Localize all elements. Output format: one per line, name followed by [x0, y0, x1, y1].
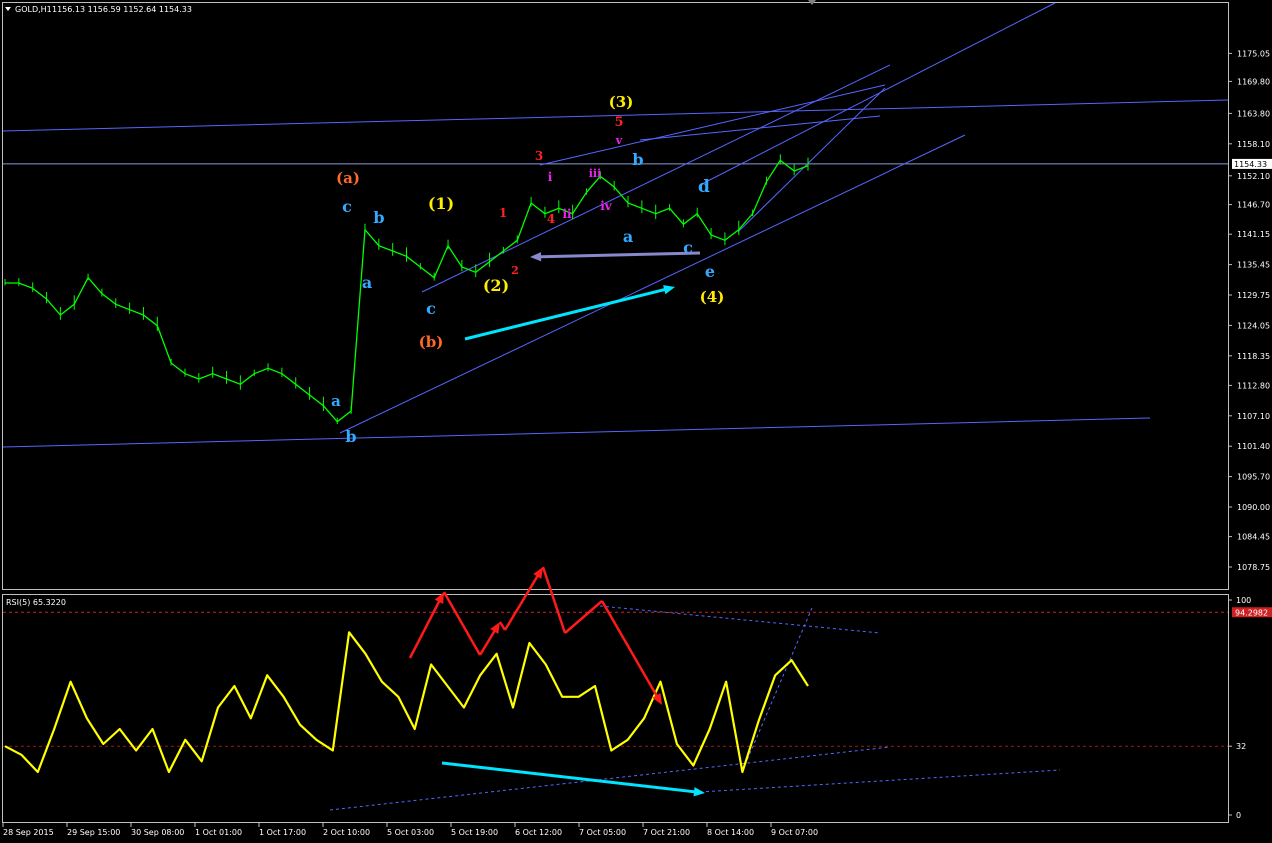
cyan-arrow-price-head: [663, 285, 675, 295]
wave-label: a: [362, 273, 372, 292]
trendline[interactable]: [2, 417, 1151, 448]
wave-label: 1: [499, 206, 507, 220]
wave-label: (2): [483, 276, 509, 295]
rsi-level-label: 94.2982: [1235, 608, 1268, 617]
rsi-tick-label: 0: [1236, 811, 1241, 820]
wave-label: 4: [547, 212, 555, 226]
ohlc-readout: 1156.13 1156.59 1152.64 1154.33: [52, 5, 192, 14]
wave-label: (b): [419, 333, 444, 351]
red-arrow-segment: [541, 566, 567, 634]
trendline[interactable]: [421, 64, 891, 293]
wave-label: iii: [589, 167, 602, 180]
red-arrow[interactable]: [600, 600, 661, 701]
price-tick-label: 1129.75: [1237, 291, 1270, 300]
red-arrow-segment: [442, 591, 482, 656]
wave-label: v: [615, 134, 623, 147]
price-tick-label: 1169.80: [1237, 77, 1270, 86]
wave-label: e: [705, 262, 715, 281]
time-tick-label: 29 Sep 15:00: [67, 828, 120, 837]
trendline[interactable]: [539, 84, 886, 166]
rsi-trendline[interactable]: [599, 605, 881, 634]
price-series-line: [5, 159, 809, 423]
wave-label: b: [632, 150, 643, 169]
price-tick-label: 1141.15: [1237, 230, 1270, 239]
wave-label: i: [548, 170, 553, 184]
wave-label: c: [426, 299, 436, 318]
price-tick-label: 1146.70: [1237, 201, 1270, 210]
wave-label: iv: [600, 199, 613, 213]
time-tick-label: 5 Oct 19:00: [451, 828, 498, 837]
price-tick-label: 1112.80: [1237, 381, 1270, 390]
dropdown-triangle-icon[interactable]: [5, 7, 11, 11]
wave-label: c: [342, 197, 352, 216]
rsi-tick-label: 32: [1236, 742, 1246, 751]
time-tick-label: 1 Oct 01:00: [195, 828, 242, 837]
rsi-trendline[interactable]: [744, 607, 813, 766]
wave-label: c: [683, 238, 693, 257]
wave-label: b: [373, 208, 384, 227]
wave-label: (4): [700, 288, 725, 306]
price-tick-label: 1124.05: [1237, 321, 1270, 330]
price-tick-label: 1095.70: [1237, 473, 1270, 482]
rsi-series-line: [4, 631, 809, 774]
last-price-label: 1154.33: [1234, 160, 1267, 169]
wave-label: 2: [511, 264, 519, 277]
price-tick-label: 1163.80: [1237, 109, 1270, 118]
trendline[interactable]: [699, 2, 1056, 186]
red-arrow-segment: [498, 621, 507, 631]
mt4-chart-window[interactable]: 1175.05 1169.80 1163.80 1158.10 1152.10 1146.…: [0, 0, 1272, 843]
wave-label: (3): [609, 93, 634, 111]
wave-label: ii: [562, 207, 572, 221]
price-tick-label: 1078.75: [1237, 563, 1270, 572]
price-tick-label: 1090.00: [1237, 503, 1270, 512]
time-tick-label: 9 Oct 07:00: [771, 828, 818, 837]
wave-label: d: [698, 177, 710, 197]
time-tick-label: 5 Oct 03:00: [387, 828, 434, 837]
price-panel-frame: [2, 2, 1229, 590]
cyan-arrow-price[interactable]: [464, 286, 670, 341]
time-tick-label: 6 Oct 12:00: [515, 828, 562, 837]
price-tick-label: 1084.45: [1237, 533, 1270, 542]
wave-label: a: [331, 392, 341, 410]
time-tick-label: 30 Sep 08:00: [131, 828, 184, 837]
rsi-tick-label: 100: [1236, 596, 1251, 605]
red-arrow[interactable]: [503, 571, 541, 631]
price-tick-label: 1135.45: [1237, 261, 1270, 270]
price-tick-label: 1107.10: [1237, 412, 1270, 421]
red-arrow-segment: [564, 600, 603, 634]
gray-arrow-price-head: [530, 252, 542, 262]
rsi-trendline[interactable]: [699, 769, 1061, 793]
cyan-arrow-rsi[interactable]: [441, 761, 700, 794]
chart-canvas[interactable]: 1175.05 1169.80 1163.80 1158.10 1152.10 1146.…: [0, 0, 1272, 843]
wave-label: (1): [428, 194, 454, 213]
symbol-label: GOLD,H1: [15, 5, 52, 14]
rsi-trendline[interactable]: [329, 746, 891, 811]
price-tick-label: 1101.40: [1237, 442, 1270, 451]
wave-label: (a): [336, 169, 360, 187]
time-tick-label: 2 Oct 10:00: [323, 828, 370, 837]
price-tick-label: 1158.10: [1237, 140, 1270, 149]
wave-label: 5: [614, 115, 623, 130]
rsi-title: RSI(5) 65.3220: [6, 598, 66, 607]
time-tick-label: 7 Oct 21:00: [643, 828, 690, 837]
price-tick-label: 1152.10: [1237, 172, 1270, 181]
time-tick-label: 1 Oct 17:00: [259, 828, 306, 837]
time-tick-label: 28 Sep 2015: [3, 828, 54, 837]
trendline[interactable]: [737, 87, 886, 233]
time-tick-label: 7 Oct 05:00: [579, 828, 626, 837]
price-tick-label: 1175.05: [1237, 49, 1270, 58]
rsi-panel-frame: [2, 594, 1229, 823]
red-arrow[interactable]: [408, 596, 443, 659]
time-tick-label: 8 Oct 14:00: [707, 828, 754, 837]
wave-label: 3: [535, 149, 543, 163]
wave-label: a: [623, 227, 633, 246]
price-tick-label: 1118.35: [1237, 352, 1270, 361]
cyan-arrow-rsi-head: [693, 787, 705, 797]
gray-arrow-price[interactable]: [535, 251, 701, 259]
wave-label: b: [345, 427, 356, 446]
